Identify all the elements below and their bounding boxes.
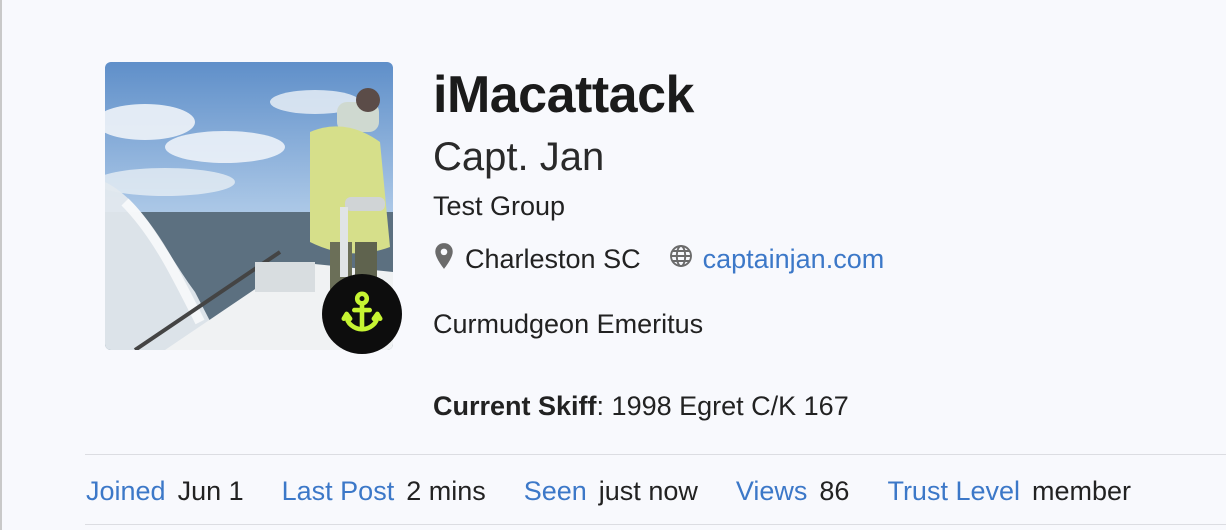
full-name: Capt. Jan [433,135,605,179]
stat-joined: Joined Jun 1 [86,472,244,510]
custom-field-value: 1998 Egret C/K 167 [611,391,849,421]
anchor-icon [339,289,385,340]
stat-seen: Seen just now [524,472,698,510]
website-text[interactable]: captainjan.com [703,244,885,275]
stat-label: Seen [523,476,587,506]
custom-field-current-skiff: Current Skiff: 1998 Egret C/K 167 [433,391,849,421]
stat-value[interactable]: 2 mins [406,476,486,506]
stat-label: Views [735,476,808,506]
stat-value[interactable]: member [1032,476,1131,506]
globe-icon [669,244,703,275]
profile-stats: Joined Jun 1 Last Post 2 mins Seen just now… [86,472,1169,510]
divider-bottom [85,524,1226,525]
user-bio: Curmudgeon Emeritus [433,309,704,339]
avatar-container[interactable] [105,62,402,354]
stat-value: 86 [819,476,850,506]
stat-value: just now [598,476,698,506]
profile-meta: Charleston SC captainjan.com [433,239,884,279]
map-pin-icon [433,242,465,277]
custom-field-label: Current Skiff [433,391,597,421]
stat-trust-level: Trust Level member [887,472,1131,510]
stat-label: Last Post [281,476,395,506]
location-text: Charleston SC [465,243,641,274]
website-link[interactable]: captainjan.com [669,244,885,275]
stat-value[interactable]: Jun 1 [178,476,244,506]
location: Charleston SC [433,242,641,277]
divider-top [85,454,1226,455]
user-group[interactable]: Test Group [433,188,565,224]
stat-views: Views 86 [736,472,850,510]
username: iMacattack [433,66,694,124]
stat-last-post: Last Post 2 mins [282,472,486,510]
stat-label: Trust Level [887,476,1021,506]
stat-label: Joined [86,476,166,506]
user-flair [322,274,402,354]
left-border [0,0,2,530]
